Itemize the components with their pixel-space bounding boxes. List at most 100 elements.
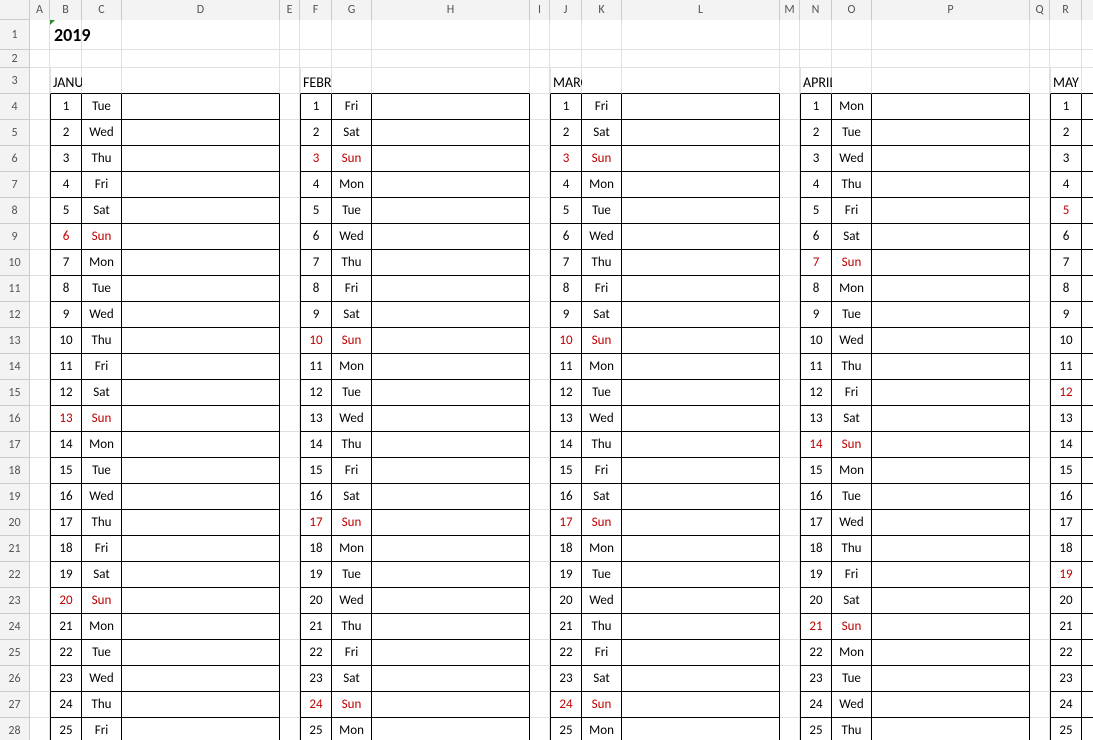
- day-event[interactable]: [622, 640, 780, 666]
- day-event[interactable]: [622, 614, 780, 640]
- day-name[interactable]: Wed: [832, 510, 872, 536]
- day-name[interactable]: Mon: [332, 536, 372, 562]
- cell-E13[interactable]: [280, 328, 300, 354]
- day-event[interactable]: [872, 120, 1030, 146]
- cell-A25[interactable]: [30, 640, 50, 666]
- day-num[interactable]: 11: [800, 354, 832, 380]
- cell-A27[interactable]: [30, 692, 50, 718]
- cell-M6[interactable]: [780, 146, 800, 172]
- day-event[interactable]: [872, 94, 1030, 120]
- cell-E24[interactable]: [280, 614, 300, 640]
- cell-A26[interactable]: [30, 666, 50, 692]
- day-name[interactable]: Fri: [82, 536, 122, 562]
- day-name[interactable]: Fri: [832, 380, 872, 406]
- cell-I9[interactable]: [530, 224, 550, 250]
- cell-M18[interactable]: [780, 458, 800, 484]
- day-event[interactable]: [372, 198, 530, 224]
- day-num[interactable]: 7: [1050, 250, 1082, 276]
- day-name[interactable]: Thu: [82, 146, 122, 172]
- cell-N2[interactable]: [800, 50, 832, 68]
- cell-C3[interactable]: [82, 68, 122, 94]
- day-name[interactable]: Fri: [582, 276, 622, 302]
- cell-I25[interactable]: [530, 640, 550, 666]
- cell-A5[interactable]: [30, 120, 50, 146]
- day-num[interactable]: 20: [300, 588, 332, 614]
- day-name[interactable]: Thu: [332, 614, 372, 640]
- day-num[interactable]: 11: [50, 354, 82, 380]
- day-event[interactable]: [622, 94, 780, 120]
- day-num[interactable]: 17: [1050, 510, 1082, 536]
- day-name[interactable]: Wed: [332, 406, 372, 432]
- day-event[interactable]: [872, 406, 1030, 432]
- cell-J2[interactable]: [550, 50, 582, 68]
- day-name[interactable]: F: [1082, 146, 1093, 172]
- cell-E4[interactable]: [280, 94, 300, 120]
- day-num[interactable]: 9: [800, 302, 832, 328]
- cell-M19[interactable]: [780, 484, 800, 510]
- day-event[interactable]: [872, 250, 1030, 276]
- col-header-L[interactable]: L: [622, 0, 780, 20]
- cell-C2[interactable]: [82, 50, 122, 68]
- day-event[interactable]: [872, 224, 1030, 250]
- spreadsheet[interactable]: ABCDEFGHIJKLMNOPQRS 12345678910111213141…: [0, 0, 1093, 740]
- cell-I19[interactable]: [530, 484, 550, 510]
- day-name[interactable]: Sun: [832, 614, 872, 640]
- cell-A14[interactable]: [30, 354, 50, 380]
- day-num[interactable]: 14: [300, 432, 332, 458]
- day-name[interactable]: S: [1082, 172, 1093, 198]
- day-name[interactable]: M: [1082, 588, 1093, 614]
- day-name[interactable]: Mon: [832, 640, 872, 666]
- row-header-27[interactable]: 27: [0, 692, 30, 718]
- cell-Q16[interactable]: [1030, 406, 1050, 432]
- day-name[interactable]: Sat: [832, 224, 872, 250]
- day-event[interactable]: [622, 380, 780, 406]
- cell-Q11[interactable]: [1030, 276, 1050, 302]
- cell-M2[interactable]: [780, 50, 800, 68]
- day-name[interactable]: Thu: [82, 692, 122, 718]
- cell-E14[interactable]: [280, 354, 300, 380]
- day-num[interactable]: 7: [800, 250, 832, 276]
- day-num[interactable]: 14: [50, 432, 82, 458]
- day-name[interactable]: Thu: [832, 718, 872, 740]
- day-event[interactable]: [372, 666, 530, 692]
- row-header-9[interactable]: 9: [0, 224, 30, 250]
- day-event[interactable]: [122, 94, 280, 120]
- day-name[interactable]: Tue: [832, 120, 872, 146]
- cell-Q20[interactable]: [1030, 510, 1050, 536]
- cell-M12[interactable]: [780, 302, 800, 328]
- day-name[interactable]: Fri: [332, 276, 372, 302]
- day-name[interactable]: Mon: [832, 276, 872, 302]
- row-header-12[interactable]: 12: [0, 302, 30, 328]
- day-num[interactable]: 8: [800, 276, 832, 302]
- day-event[interactable]: [372, 250, 530, 276]
- cell-M16[interactable]: [780, 406, 800, 432]
- day-name[interactable]: S: [1082, 354, 1093, 380]
- row-header-8[interactable]: 8: [0, 198, 30, 224]
- cell-E2[interactable]: [280, 50, 300, 68]
- cell-I6[interactable]: [530, 146, 550, 172]
- day-num[interactable]: 18: [50, 536, 82, 562]
- day-name[interactable]: Sun: [832, 432, 872, 458]
- month-name-january[interactable]: JANUARY: [50, 68, 82, 94]
- cell-Q3[interactable]: [1030, 68, 1050, 94]
- day-event[interactable]: [872, 432, 1030, 458]
- cell-A28[interactable]: [30, 718, 50, 740]
- day-num[interactable]: 16: [300, 484, 332, 510]
- day-num[interactable]: 20: [1050, 588, 1082, 614]
- day-event[interactable]: [122, 588, 280, 614]
- day-name[interactable]: Fri: [82, 172, 122, 198]
- row-header-17[interactable]: 17: [0, 432, 30, 458]
- cell-L2[interactable]: [622, 50, 780, 68]
- cell-M14[interactable]: [780, 354, 800, 380]
- cell-I11[interactable]: [530, 276, 550, 302]
- day-event[interactable]: [122, 640, 280, 666]
- day-num[interactable]: 15: [550, 458, 582, 484]
- cell-I3[interactable]: [530, 68, 550, 94]
- day-num[interactable]: 25: [1050, 718, 1082, 740]
- row-header-26[interactable]: 26: [0, 666, 30, 692]
- cell-E16[interactable]: [280, 406, 300, 432]
- day-name[interactable]: Mon: [582, 536, 622, 562]
- day-name[interactable]: Sat: [332, 120, 372, 146]
- day-event[interactable]: [622, 250, 780, 276]
- cell-E12[interactable]: [280, 302, 300, 328]
